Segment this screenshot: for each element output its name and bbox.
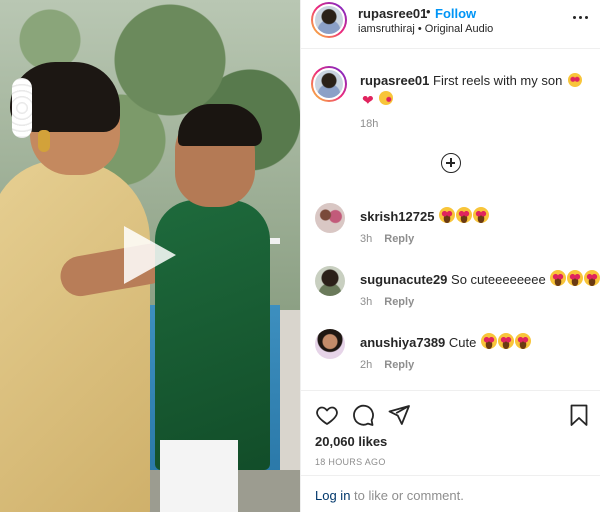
- heart-eyes-emoji-icon: [567, 270, 584, 286]
- heart-outline-icon[interactable]: [315, 403, 339, 427]
- play-icon[interactable]: [124, 226, 176, 284]
- login-text: Log in to like or comment.: [315, 488, 464, 503]
- caption-time[interactable]: 18h: [360, 118, 378, 130]
- comment-text: anushiya7389 Cute: [360, 333, 531, 350]
- heart-eyes-emoji-icon: [456, 207, 473, 223]
- caption-text: rupasree01 First reels with my son ❤: [360, 72, 592, 108]
- reply-button[interactable]: Reply: [384, 296, 414, 308]
- video-woman-saree: [0, 160, 150, 512]
- comment-username[interactable]: anushiya7389: [360, 335, 445, 350]
- comment-bubble-icon[interactable]: [351, 403, 375, 427]
- login-rest: to like or comment.: [350, 488, 464, 503]
- heart-eyes-emoji-icon: [550, 270, 567, 286]
- follow-button[interactable]: Follow: [435, 6, 476, 21]
- comment-meta: 3h Reply: [360, 233, 414, 245]
- heart-eyes-emoji-icon: [473, 207, 490, 223]
- post-actions: 20,060 likes 18 HOURS AGO Log in to like…: [301, 390, 600, 512]
- caption-avatar[interactable]: [311, 66, 347, 102]
- heart-eyes-emoji-icon: [584, 270, 600, 286]
- heart-eyes-emoji-icon: [515, 333, 531, 349]
- smiling-hearts-emoji-icon: [567, 73, 582, 87]
- reply-button[interactable]: Reply: [384, 359, 414, 371]
- login-prompt: Log in to like or comment.: [301, 475, 600, 512]
- kiss-emoji-icon: [379, 91, 394, 105]
- comment-time[interactable]: 2h: [360, 359, 372, 371]
- caption-body: First reels with my son: [433, 73, 563, 88]
- video-hair-flowers: [12, 78, 32, 138]
- author-username[interactable]: rupasree01: [358, 6, 427, 21]
- paper-plane-icon[interactable]: [387, 403, 411, 427]
- post-media-video[interactable]: [0, 0, 300, 512]
- comment-meta: 2h Reply: [360, 359, 414, 371]
- comment-row: sugunacute29 So cuteeeeeeee 3h Reply: [301, 266, 600, 326]
- add-circle-icon[interactable]: [441, 153, 461, 173]
- comment-username[interactable]: skrish12725: [360, 209, 434, 224]
- comment-body: So cuteeeeeeee: [451, 272, 546, 287]
- heart-eyes-emoji-icon: [481, 333, 497, 349]
- comment-text: sugunacute29 So cuteeeeeeee: [360, 270, 600, 287]
- red-heart-emoji-icon: ❤: [362, 92, 374, 108]
- comment-row: anushiya7389 Cute 2h Reply: [301, 329, 600, 389]
- header-separator: •: [426, 4, 431, 19]
- heart-eyes-emoji-icon: [498, 333, 514, 349]
- caption-username[interactable]: rupasree01: [360, 73, 429, 88]
- heart-eyes-emoji-icon: [439, 207, 456, 223]
- likes-count[interactable]: 20,060 likes: [315, 434, 387, 449]
- audio-subtitle[interactable]: iamsruthiraj • Original Audio: [358, 23, 493, 35]
- comment-time[interactable]: 3h: [360, 233, 372, 245]
- bookmark-icon[interactable]: [567, 403, 591, 427]
- comment-body: Cute: [448, 335, 477, 350]
- more-dots-icon[interactable]: [573, 9, 589, 25]
- author-avatar[interactable]: [311, 2, 347, 38]
- comment-avatar[interactable]: [315, 203, 345, 233]
- video-earring: [38, 130, 50, 152]
- reply-button[interactable]: Reply: [384, 233, 414, 245]
- post-side-panel: rupasree01 • Follow iamsruthiraj • Origi…: [301, 0, 600, 512]
- comment-avatar[interactable]: [315, 329, 345, 359]
- login-link[interactable]: Log in: [315, 488, 350, 503]
- comment-meta: 3h Reply: [360, 296, 414, 308]
- comment-username[interactable]: sugunacute29: [360, 272, 447, 287]
- comment-time[interactable]: 3h: [360, 296, 372, 308]
- comment-text: skrish12725: [360, 207, 490, 224]
- post-header: rupasree01 • Follow iamsruthiraj • Origi…: [301, 0, 600, 49]
- video-boy-pants: [160, 440, 238, 512]
- comment-row: skrish12725 3h Reply: [301, 203, 600, 263]
- post-date: 18 HOURS AGO: [315, 457, 386, 467]
- comment-avatar[interactable]: [315, 266, 345, 296]
